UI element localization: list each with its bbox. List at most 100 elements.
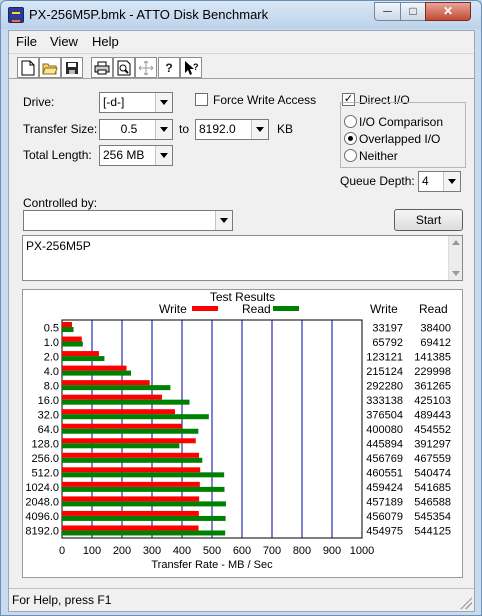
client-area: File View Help ? ? Drive: [-d-] Force Wr…	[8, 30, 475, 612]
chevron-down-icon[interactable]	[155, 93, 172, 112]
queue-depth-value: 4	[422, 174, 429, 188]
resize-grip-icon[interactable]	[460, 597, 472, 609]
read-value: 38400	[420, 322, 451, 334]
write-bar	[62, 452, 200, 458]
neither-radio[interactable]	[344, 149, 357, 162]
read-bar	[62, 486, 225, 492]
write-value: 400080	[366, 424, 403, 436]
force-write-checkbox[interactable]	[195, 93, 208, 106]
total-length-select[interactable]: 256 MB	[99, 145, 173, 166]
total-length-value: 256 MB	[103, 148, 145, 162]
chevron-down-icon[interactable]	[251, 120, 268, 139]
write-bar	[62, 525, 199, 531]
write-bar	[62, 510, 199, 516]
read-value: 467559	[414, 453, 451, 465]
title-bar[interactable]: PX-256M5P.bmk - ATTO Disk Benchmark ─ □ …	[1, 1, 481, 29]
category-label: 8192.0	[25, 526, 59, 538]
write-value: 456769	[366, 453, 403, 465]
write-value: 456079	[366, 511, 403, 523]
overlapped-io-label[interactable]: Overlapped I/O	[359, 132, 440, 146]
category-label: 512.0	[31, 468, 59, 480]
chevron-down-icon[interactable]	[155, 120, 172, 139]
read-bar	[62, 530, 226, 536]
controlled-by-select[interactable]	[23, 210, 233, 231]
write-bar	[62, 481, 200, 487]
io-comparison-label[interactable]: I/O Comparison	[359, 115, 443, 129]
read-bar	[62, 501, 226, 507]
save-icon[interactable]	[61, 57, 83, 78]
read-value: 544125	[414, 526, 451, 538]
chevron-down-icon[interactable]	[443, 172, 460, 191]
force-write-label[interactable]: Force Write Access	[213, 93, 316, 107]
notes-textarea[interactable]: PX-256M5P	[22, 235, 463, 281]
write-value: 292280	[366, 380, 403, 392]
write-value: 333138	[366, 395, 403, 407]
read-value: 361265	[414, 380, 451, 392]
write-value: 445894	[366, 439, 403, 451]
transfer-to-select[interactable]: 8192.0	[195, 119, 269, 140]
scroll-down-icon[interactable]	[452, 271, 460, 276]
help-icon[interactable]: ?	[158, 57, 180, 78]
read-bar	[62, 341, 83, 347]
toolbar: ? ?	[9, 53, 474, 79]
read-bar	[62, 370, 131, 376]
chevron-down-icon[interactable]	[155, 146, 172, 165]
write-bar	[62, 365, 127, 371]
write-bar	[62, 322, 72, 327]
notes-scrollbar[interactable]	[448, 236, 462, 280]
drive-select[interactable]: [-d-]	[99, 92, 173, 113]
read-value: 425103	[414, 395, 451, 407]
write-bar	[62, 409, 175, 415]
minimize-button[interactable]: ─	[374, 2, 401, 21]
overlapped-io-radio[interactable]	[344, 132, 357, 145]
open-icon[interactable]	[39, 57, 61, 78]
maximize-button[interactable]: □	[400, 2, 426, 21]
new-icon[interactable]	[17, 57, 39, 78]
read-value: 545354	[414, 511, 451, 523]
x-tick-label: 700	[263, 545, 281, 557]
category-label: 256.0	[31, 453, 59, 465]
neither-label[interactable]: Neither	[359, 149, 398, 163]
read-bar	[62, 443, 180, 449]
read-value: 69412	[420, 337, 451, 349]
menu-file[interactable]: File	[16, 34, 37, 49]
io-comparison-radio[interactable]	[344, 115, 357, 128]
menu-view[interactable]: View	[50, 34, 78, 49]
x-tick-label: 800	[293, 545, 311, 557]
context-help-icon[interactable]: ?	[180, 57, 202, 78]
category-label: 2.0	[44, 351, 59, 363]
chevron-down-icon[interactable]	[215, 211, 232, 230]
read-value: 489443	[414, 409, 451, 421]
transfer-rate-chart: 0 100 200 300 400 500 600 700 800 900 1000 Transfer…	[25, 319, 451, 571]
transfer-size-label: Transfer Size:	[23, 122, 98, 136]
queue-depth-select[interactable]: 4	[418, 171, 461, 192]
read-bar	[62, 327, 74, 332]
transfer-from-value: 0.5	[120, 122, 138, 136]
menu-help[interactable]: Help	[92, 34, 119, 49]
transfer-from-select[interactable]: 0.5	[99, 119, 173, 140]
read-value: 141385	[414, 351, 451, 363]
read-value: 229998	[414, 366, 451, 378]
write-value: 460551	[366, 468, 403, 480]
queue-depth-label: Queue Depth:	[340, 174, 415, 188]
read-bar	[62, 457, 203, 463]
write-bar	[62, 467, 201, 473]
write-value: 454975	[366, 526, 403, 538]
read-value: 540474	[414, 468, 451, 480]
read-bar	[62, 472, 225, 478]
category-label: 1.0	[44, 337, 59, 349]
write-bar	[62, 438, 196, 444]
print-icon[interactable]	[91, 57, 113, 78]
notes-text: PX-256M5P	[26, 239, 91, 253]
x-tick-label: 200	[113, 545, 131, 557]
x-tick-label: 600	[233, 545, 251, 557]
category-label: 128.0	[31, 439, 59, 451]
print-preview-icon[interactable]	[113, 57, 135, 78]
x-tick-label: 500	[203, 545, 221, 557]
read-value: 541685	[414, 482, 451, 494]
scroll-up-icon[interactable]	[452, 240, 460, 245]
x-tick-label: 900	[323, 545, 341, 557]
move-icon[interactable]	[135, 57, 157, 78]
close-button[interactable]: ✕	[425, 2, 471, 21]
start-button[interactable]: Start	[394, 209, 463, 231]
